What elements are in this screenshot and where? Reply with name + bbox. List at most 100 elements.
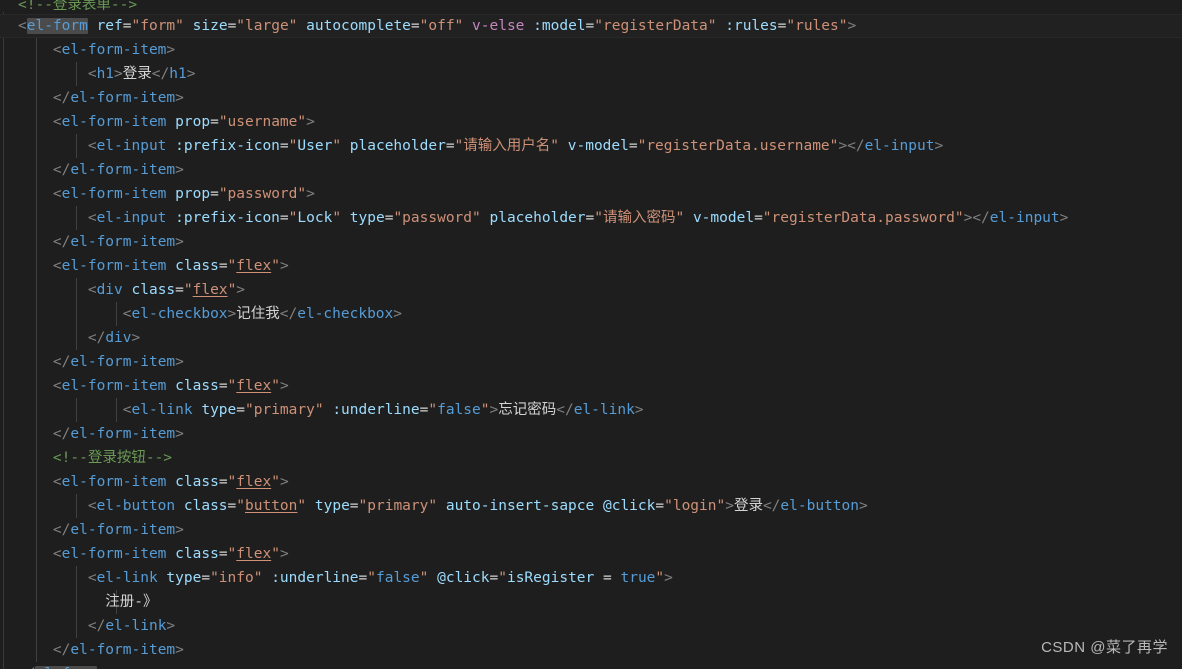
code-line[interactable]: <el-form-item prop="password">	[0, 182, 1182, 206]
code-line[interactable]: </el-form>	[0, 662, 1182, 669]
code-line[interactable]: <h1>登录</h1>	[0, 62, 1182, 86]
code-token: =	[236, 402, 245, 418]
code-token: :model	[533, 18, 586, 34]
code-line[interactable]: <el-input :prefix-icon="User" placeholde…	[0, 134, 1182, 158]
code-token: >	[175, 642, 184, 658]
code-editor[interactable]: <!--登录表单--> <el-form ref="form" size="lar…	[0, 0, 1182, 669]
code-line-text: <el-form-item>	[0, 38, 175, 62]
code-line[interactable]: </el-form-item>	[0, 230, 1182, 254]
code-token: ></	[963, 210, 990, 226]
code-line-text: <el-form-item prop="password">	[0, 182, 315, 206]
code-line[interactable]: </el-form-item>	[0, 422, 1182, 446]
code-line[interactable]: <el-input :prefix-icon="Lock" type="pass…	[0, 206, 1182, 230]
code-line[interactable]: <el-link type="primary" :underline="fals…	[0, 398, 1182, 422]
code-line-text: </el-form-item>	[0, 518, 184, 542]
code-token: "	[271, 378, 280, 394]
code-line[interactable]: <el-form-item class="flex">	[0, 374, 1182, 398]
code-token: </	[762, 498, 781, 514]
code-line[interactable]: <div class="flex">	[0, 278, 1182, 302]
code-token: el-form-item	[70, 90, 176, 106]
code-line-text: <!--登录按钮-->	[0, 446, 172, 470]
code-token: </	[18, 234, 71, 250]
code-token: >	[186, 66, 196, 82]
code-line[interactable]: 注册-》	[0, 590, 1182, 614]
code-line-text: <el-link type="info" :underline="false" …	[0, 566, 673, 590]
code-line[interactable]: <el-form-item>	[0, 38, 1182, 62]
code-token: =	[754, 210, 763, 226]
code-token: >	[306, 114, 315, 130]
code-token: "login"	[664, 498, 726, 514]
code-token: User	[297, 138, 333, 154]
code-token: "	[367, 570, 376, 586]
code-token: =	[585, 18, 595, 34]
code-line-text: <el-form-item class="flex">	[0, 542, 289, 566]
code-token: false	[375, 570, 420, 586]
code-token: >	[175, 354, 184, 370]
code-token: =	[218, 474, 228, 490]
code-line-text: <el-input :prefix-icon="Lock" type="pass…	[0, 206, 1069, 230]
code-token: el-form-item	[70, 642, 176, 658]
code-token: "	[271, 258, 280, 274]
code-token: el-form-item	[61, 186, 167, 202]
code-lines-container[interactable]: <!--登录表单--> <el-form ref="form" size="lar…	[0, 0, 1182, 669]
code-token: </	[18, 642, 71, 658]
code-token: v-else	[472, 18, 525, 34]
code-line[interactable]: </el-form-item>	[0, 638, 1182, 662]
code-token: el-button	[780, 498, 859, 514]
code-token: >	[175, 522, 184, 538]
code-token: :underline	[332, 402, 420, 418]
code-token: el-checkbox	[131, 306, 228, 322]
code-token: el-input	[96, 210, 167, 226]
code-line-text: </el-link>	[0, 614, 175, 638]
code-token: el-form-item	[70, 522, 176, 538]
code-token: "primary"	[245, 402, 324, 418]
code-token: h1	[96, 66, 115, 82]
code-token: >	[236, 282, 246, 298]
code-line[interactable]: </el-form-item>	[0, 158, 1182, 182]
code-line[interactable]: <el-form ref="form" size="large" autocom…	[0, 14, 1182, 38]
code-line[interactable]: <!--登录表单-->	[0, 0, 1182, 14]
code-line[interactable]: <el-form-item class="flex">	[0, 254, 1182, 278]
code-token: >	[306, 186, 315, 202]
code-line[interactable]: <el-form-item class="flex">	[0, 542, 1182, 566]
code-line[interactable]: </el-form-item>	[0, 518, 1182, 542]
code-token: >	[1059, 210, 1069, 226]
code-token: "	[655, 570, 665, 586]
code-line[interactable]: <el-link type="info" :underline="false" …	[0, 566, 1182, 590]
code-token: "	[227, 378, 237, 394]
code-line-text: </el-form-item>	[0, 638, 184, 662]
code-token: >	[175, 426, 184, 442]
code-token: <	[18, 66, 97, 82]
code-line[interactable]: <!--登录按钮-->	[0, 446, 1182, 470]
code-line[interactable]: <el-checkbox>记住我</el-checkbox>	[0, 302, 1182, 326]
code-line[interactable]: <el-form-item prop="username">	[0, 110, 1182, 134]
code-line[interactable]: </div>	[0, 326, 1182, 350]
code-token: >	[934, 138, 944, 154]
code-line[interactable]: </el-form-item>	[0, 350, 1182, 374]
code-token: h1	[169, 66, 187, 82]
code-token: >	[279, 474, 289, 490]
code-token: 登录	[122, 66, 152, 82]
code-token: "	[236, 498, 246, 514]
code-line[interactable]: <el-form-item class="flex">	[0, 470, 1182, 494]
code-token: </	[556, 402, 574, 418]
code-line[interactable]: </el-form-item>	[0, 86, 1182, 110]
code-token: =	[218, 258, 228, 274]
code-token: auto-insert-sapce	[445, 498, 595, 514]
code-token: =	[122, 18, 132, 34]
code-token: el-form-item	[70, 354, 176, 370]
code-line[interactable]: <el-button class="button" type="primary"…	[0, 494, 1182, 518]
code-token: :prefix-icon	[175, 210, 280, 226]
code-token: "registerData.password"	[762, 210, 964, 226]
code-token: =	[279, 138, 289, 154]
code-token: <	[18, 378, 62, 394]
code-line[interactable]: </el-link>	[0, 614, 1182, 638]
csdn-watermark: CSDN @菜了再学	[1041, 639, 1168, 656]
code-token: =	[489, 570, 499, 586]
code-token: >	[227, 306, 237, 322]
